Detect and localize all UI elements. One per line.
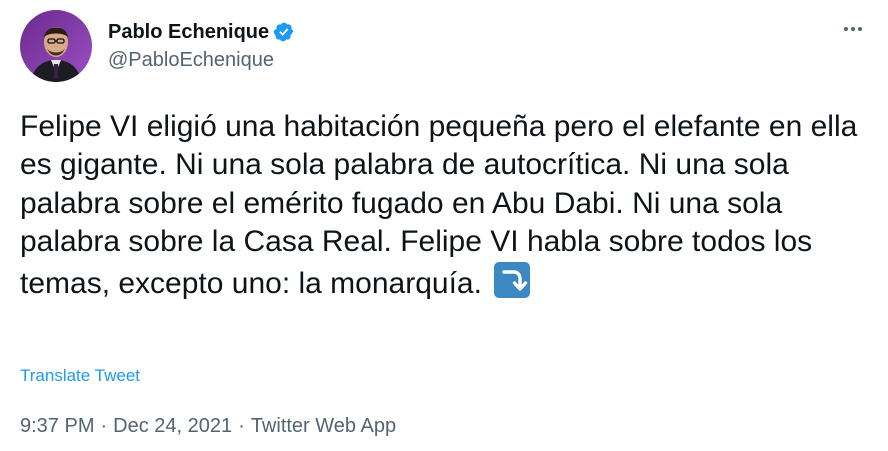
- author-name-row[interactable]: Pablo Echenique: [108, 19, 295, 45]
- translate-tweet-link[interactable]: Translate Tweet: [20, 365, 140, 387]
- author-display-name[interactable]: Pablo Echenique: [108, 19, 269, 45]
- profile-photo-icon: [20, 10, 92, 82]
- tweet-date[interactable]: Dec 24, 2021: [113, 415, 232, 437]
- arrow-curving-down-icon: [494, 261, 531, 298]
- tweet-text-container: Felipe VI eligió una habitación pequeña …: [20, 108, 860, 303]
- tweet-header: Pablo Echenique @PabloEchenique: [20, 10, 295, 82]
- tweet-source[interactable]: Twitter Web App: [251, 415, 396, 437]
- verified-badge-icon: [273, 21, 295, 43]
- tweet-text: Felipe VI eligió una habitación pequeña …: [20, 110, 858, 300]
- more-options-icon[interactable]: [836, 18, 870, 40]
- separator: ·: [100, 415, 108, 437]
- tweet-card: Pablo Echenique @PabloEchenique Felipe V…: [0, 0, 888, 451]
- author-handle[interactable]: @PabloEchenique: [108, 47, 295, 73]
- avatar[interactable]: [20, 10, 92, 82]
- author-names: Pablo Echenique @PabloEchenique: [108, 19, 295, 73]
- dot: [851, 27, 855, 31]
- separator: ·: [238, 415, 245, 437]
- tweet-time[interactable]: 9:37 PM: [20, 415, 94, 437]
- tweet-metadata: 9:37 PM · Dec 24, 2021 · Twitter Web App: [20, 413, 396, 439]
- dot: [858, 27, 862, 31]
- dot: [844, 27, 848, 31]
